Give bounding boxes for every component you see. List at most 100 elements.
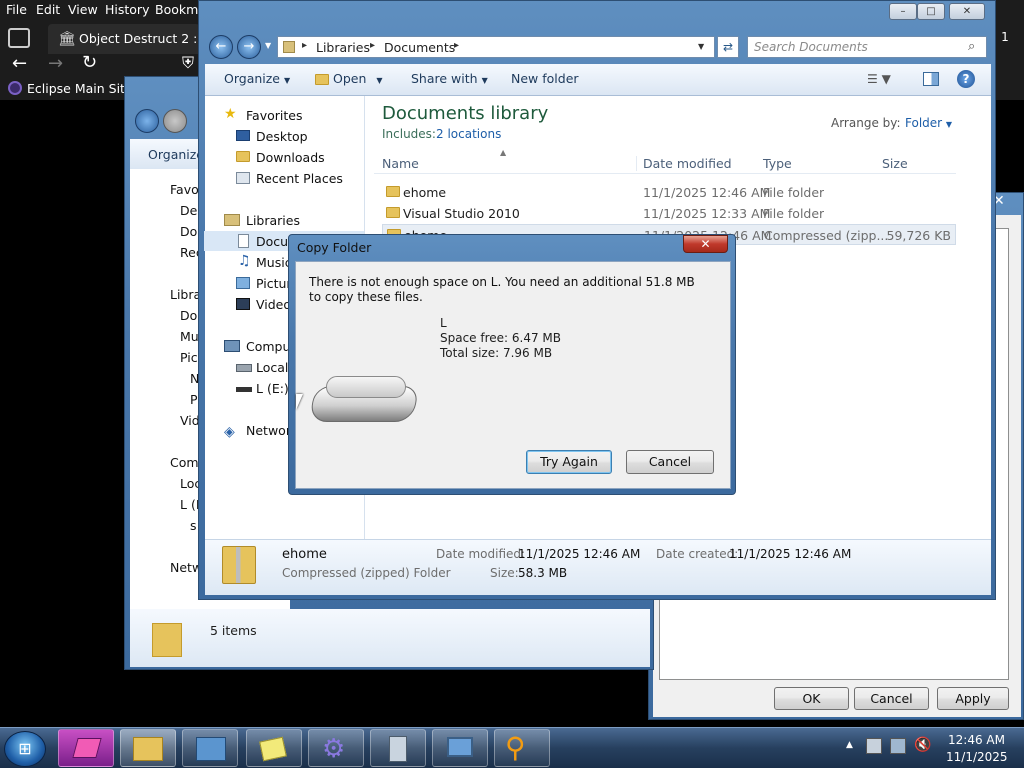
file-row[interactable]: ehome 11/1/2025 12:46 AM File folder (382, 182, 956, 203)
recent-pages-arrow-icon[interactable]: ▼ (265, 41, 271, 50)
taskbar-app-sticky[interactable] (246, 729, 302, 767)
nav-l-drive[interactable]: L (E:) (256, 381, 289, 396)
nav-pictures[interactable]: Pic (180, 350, 198, 365)
menu-view[interactable]: View (68, 2, 98, 17)
nav-videos[interactable]: Vid (180, 413, 200, 428)
taskbar-app-visual-studio[interactable] (58, 729, 114, 767)
nav-computer[interactable]: Com (170, 455, 199, 470)
nav-sub-s[interactable]: s (190, 518, 197, 533)
address-bar[interactable]: ▸ Libraries ▸ Documents ▸ ▼ (277, 36, 715, 58)
open-menu[interactable]: Open ▼ (315, 71, 383, 86)
view-options-icon[interactable]: ☰ ▼ (867, 72, 891, 86)
clock-date[interactable]: 11/1/2025 (946, 750, 1008, 764)
search-input[interactable]: Search Documents (754, 40, 868, 54)
nav-favorites[interactable]: Favo (170, 182, 199, 197)
nav-music[interactable]: Mu (180, 329, 199, 344)
removable-drive-icon (236, 387, 252, 392)
column-type[interactable]: Type (763, 156, 792, 171)
arrange-by-dropdown[interactable]: Folder ▼ (905, 116, 952, 130)
start-button[interactable]: ⊞ (4, 731, 46, 767)
taskbar-app-calculator[interactable] (370, 729, 426, 767)
organize-menu[interactable]: Organize ▼ (224, 71, 290, 86)
cancel-button[interactable]: Cancel (626, 450, 714, 474)
search-icon[interactable]: ⌕ (968, 39, 975, 54)
new-folder-button[interactable]: New folder (511, 71, 579, 86)
nav-libraries[interactable]: Libra (170, 287, 201, 302)
forward-arrow-icon[interactable]: → (48, 53, 63, 74)
page-icon: 🏛 (58, 31, 76, 47)
nav-favorites[interactable]: Favorites (246, 108, 302, 123)
reload-icon[interactable]: ↻ (82, 52, 97, 73)
includes-locations-link[interactable]: 2 locations (436, 127, 501, 141)
clock-time[interactable]: 12:46 AM (948, 733, 1005, 747)
forward-nav-button[interactable]: → (237, 35, 261, 59)
cancel-button[interactable]: Cancel (854, 687, 929, 710)
forward-nav-button[interactable] (163, 109, 187, 133)
nav-downloads[interactable]: Downloads (256, 150, 325, 165)
nav-sub-p[interactable]: P (190, 392, 198, 407)
nav-local-disk[interactable]: Local (256, 360, 288, 375)
date-created-label: Date created: (656, 547, 739, 561)
column-name[interactable]: Name (382, 156, 419, 171)
back-nav-button[interactable]: ← (209, 35, 233, 59)
nav-pictures[interactable]: Pictur (256, 276, 292, 291)
shield-icon[interactable]: ⛨ (182, 53, 194, 73)
taskbar-app-search[interactable]: ⚲ (494, 729, 550, 767)
try-again-button[interactable]: Try Again (526, 450, 612, 474)
help-icon[interactable]: ? (957, 70, 975, 88)
volume-muted-icon[interactable]: 🔇 (914, 737, 931, 753)
desktop-icon (236, 130, 250, 141)
preview-pane-icon[interactable] (923, 72, 939, 86)
firefox-tab-list-icon[interactable] (8, 28, 30, 48)
dialog-message: There is not enough space on L. You need… (309, 275, 695, 304)
network-icon: ◈ (224, 424, 235, 440)
taskbar-app-settings[interactable]: ⚙ (308, 729, 364, 767)
taskbar-app-control-panel[interactable] (182, 729, 238, 767)
documents-icon (238, 234, 249, 248)
address-dropdown-icon[interactable]: ▼ (698, 42, 704, 51)
close-button[interactable]: ✕ (949, 3, 985, 20)
nav-recent-places[interactable]: Recent Places (256, 171, 343, 186)
apply-button[interactable]: Apply (937, 687, 1009, 710)
action-center-icon[interactable] (866, 738, 882, 754)
nav-documents[interactable]: Do (180, 308, 197, 323)
minimize-button[interactable]: – (889, 3, 917, 20)
file-row[interactable]: Visual Studio 2010 11/1/2025 12:33 AM Fi… (382, 203, 956, 224)
nav-downloads[interactable]: Do (180, 224, 197, 239)
sticky-notes-icon (259, 736, 287, 762)
organize-menu[interactable]: Organize (148, 147, 204, 162)
organize-label: Organize (224, 71, 280, 86)
menu-file[interactable]: File (6, 2, 27, 17)
ok-button[interactable]: OK (774, 687, 849, 710)
nav-libraries[interactable]: Libraries (246, 213, 300, 228)
breadcrumb-documents[interactable]: Documents (384, 40, 455, 55)
show-hidden-icons-icon[interactable]: ▲ (846, 740, 853, 750)
back-arrow-icon[interactable]: ← (12, 53, 27, 74)
dialog-body: There is not enough space on L. You need… (295, 261, 731, 489)
share-label: Share with (411, 71, 478, 86)
share-with-menu[interactable]: Share with ▼ (411, 71, 488, 86)
taskbar-app-explorer[interactable] (120, 729, 176, 767)
refresh-button[interactable]: ⇄ (717, 36, 739, 58)
menu-edit[interactable]: Edit (36, 2, 60, 17)
dialog-close-button[interactable]: ✕ (683, 235, 728, 253)
nav-music[interactable]: Music (256, 255, 292, 270)
taskbar-app-network[interactable] (432, 729, 488, 767)
menu-history[interactable]: History (105, 2, 149, 17)
column-size[interactable]: Size (882, 156, 908, 171)
tab-count-badge[interactable]: 1 (995, 30, 1015, 48)
bookmark-eclipse[interactable]: Eclipse Main Site (27, 81, 133, 96)
column-date-modified[interactable]: Date modified (636, 156, 732, 171)
star-icon: ★ (224, 106, 237, 122)
search-box[interactable]: Search Documents ⌕ (747, 36, 987, 58)
breadcrumb-libraries[interactable]: Libraries (316, 40, 370, 55)
network-tray-icon[interactable] (890, 738, 906, 754)
magnifier-icon: ⚲ (505, 731, 526, 764)
nav-desktop[interactable]: Desktop (256, 129, 308, 144)
mouse-cursor (296, 394, 303, 410)
back-nav-button[interactable] (135, 109, 159, 133)
maximize-button[interactable]: □ (917, 3, 945, 20)
library-title: Documents library (382, 103, 549, 124)
column-header-row: ▲ Name Date modified Type Size (374, 148, 956, 174)
firefox-tab[interactable]: 🏛 Object Destruct 2 : Ro (48, 24, 217, 54)
